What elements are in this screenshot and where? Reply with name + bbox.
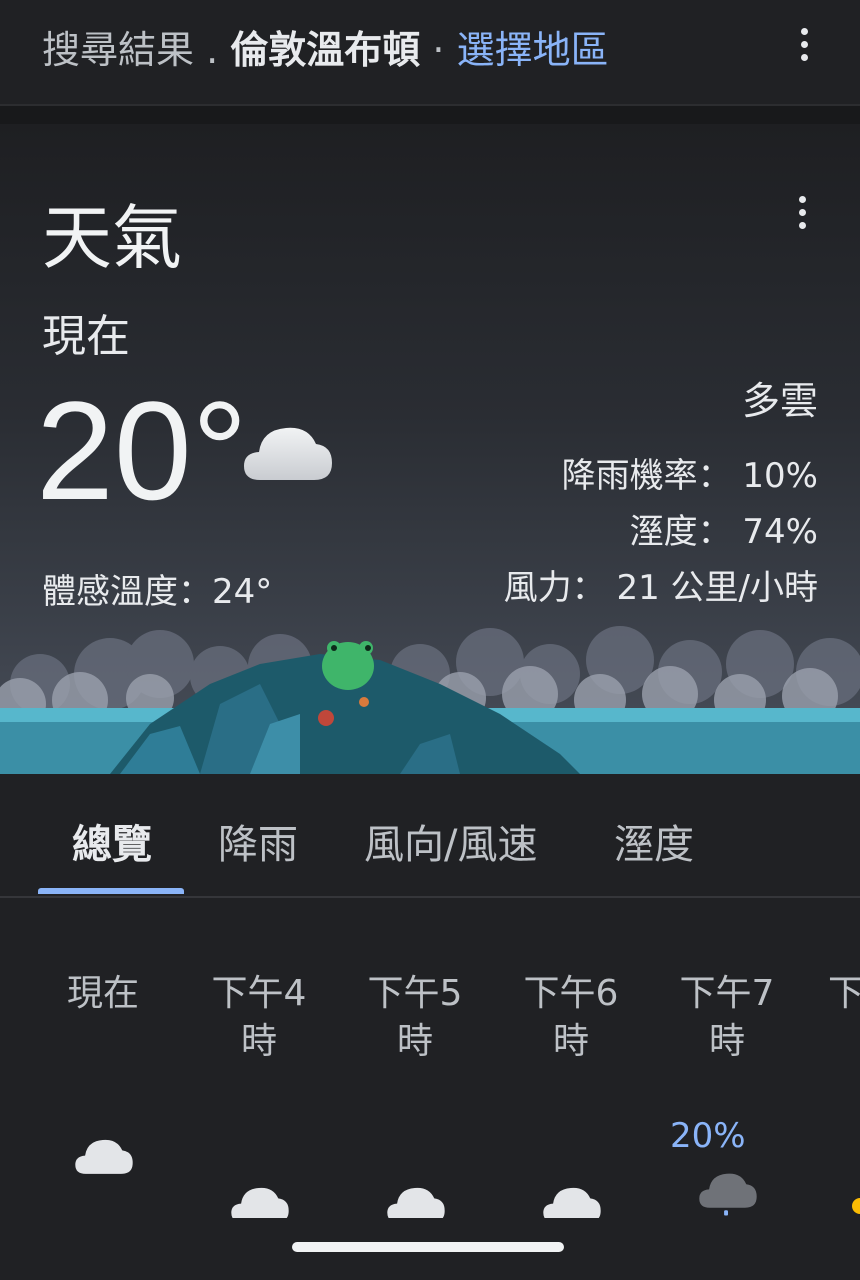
wind-speed: 風力： 21 公里/小時 [503,568,818,608]
hour-item: 現在 [66,973,139,1014]
condition-text: 多雲 [741,379,818,423]
tab-bar: 總覽 降雨 風向/風速 溼度 [0,774,860,898]
weather-title: 天氣 [42,197,182,279]
top-bar: 搜尋結果 . 倫敦溫布頓 · 選擇地區 [0,0,860,106]
search-results-label: 搜尋結果 [42,28,195,72]
now-label: 現在 [42,311,130,362]
precip-chance: 20% [670,1116,746,1156]
hour-item: 下 [828,973,860,1014]
humidity: 溼度： 74% [629,512,818,552]
weather-illustration [0,626,860,774]
hourly-forecast[interactable]: 現在 下午4 時 下午5 時 下午6 時 下午7 時 下 20% [0,898,860,1218]
cloud-icon [543,1187,601,1218]
sun-icon [852,1198,860,1214]
cloud-icon [75,1139,133,1174]
more-options-icon[interactable] [798,28,810,61]
breadcrumb-separator: . [206,28,219,72]
current-temperature: 20° [36,372,248,529]
breadcrumb: 搜尋結果 . 倫敦溫布頓 · 選擇地區 [42,22,609,78]
weather-card: 天氣 現在 20° 體感溫度：24° 多雲 降雨機率： 10% 溼度： 74% … [0,124,860,774]
rain-cloud-icon [699,1173,757,1216]
hour-item: 下午7 時 [679,973,775,1062]
hour-item: 下午4 時 [211,973,307,1062]
weather-more-options-icon[interactable] [796,196,808,229]
active-tab-indicator [38,888,184,894]
breadcrumb-separator-dot: · [432,28,445,72]
feels-like: 體感溫度：24° [42,572,273,612]
tab-overview[interactable]: 總覽 [72,812,152,870]
tab-humidity[interactable]: 溼度 [614,812,694,870]
tab-precipitation[interactable]: 降雨 [218,812,298,870]
choose-region-link[interactable]: 選擇地區 [457,28,609,72]
divider [0,106,860,124]
precipitation-chance: 降雨機率： 10% [561,456,818,496]
cloud-icon [387,1187,445,1218]
hour-item: 下午5 時 [367,973,463,1062]
location-name: 倫敦溫布頓 [230,28,421,72]
cloud-icon [231,1187,289,1218]
hour-item: 下午6 時 [523,973,619,1062]
tab-wind[interactable]: 風向/風速 [364,812,537,870]
home-indicator[interactable] [292,1242,564,1252]
cloud-icon [244,427,332,480]
